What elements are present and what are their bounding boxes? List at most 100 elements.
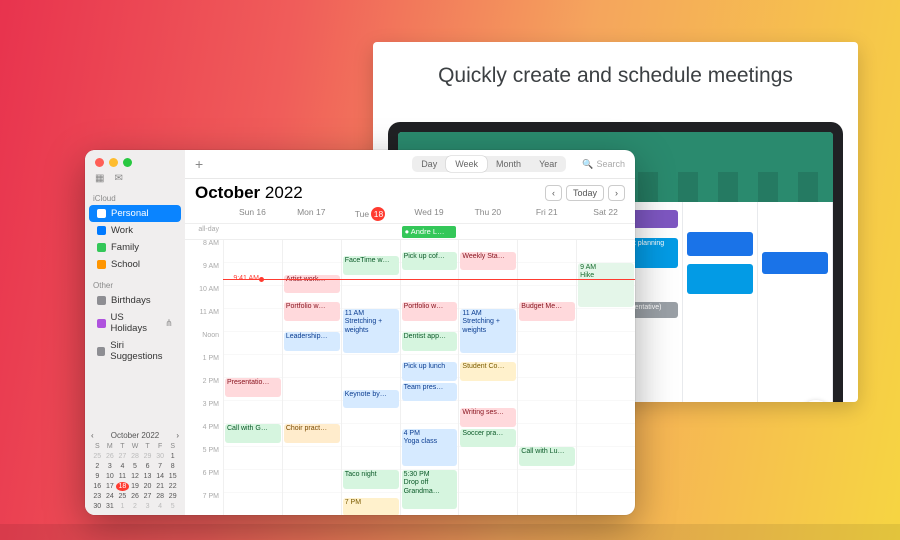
calendar-event[interactable]: Weekly Sta… (460, 252, 516, 271)
next-week-button[interactable]: › (608, 185, 625, 201)
calendar-event[interactable]: Taco night (343, 470, 399, 489)
minical-day[interactable]: 3 (141, 502, 154, 511)
minical-day[interactable]: 5 (166, 502, 179, 511)
minical-day[interactable]: 1 (116, 502, 129, 511)
calendar-event[interactable]: Artist work… (284, 275, 340, 294)
calendar-event[interactable]: Leadership… (284, 332, 340, 351)
calendar-event[interactable]: Presentatio… (225, 378, 281, 397)
minical-day[interactable]: 28 (154, 492, 167, 501)
minical-day[interactable]: 6 (141, 462, 154, 471)
mini-calendar[interactable]: ‹ October 2022 › SMTWTFS2526272829301234… (85, 425, 185, 515)
calendar-event[interactable]: 11 AM Stretching + weights (460, 309, 516, 353)
calendar-event[interactable]: FaceTime w… (343, 256, 399, 275)
calendar-event[interactable]: Keynote by… (343, 390, 399, 409)
minical-day[interactable]: 21 (154, 482, 167, 491)
view-week[interactable]: Week (446, 156, 487, 172)
minical-day[interactable]: 25 (91, 452, 104, 461)
sidebar-calendar-item[interactable]: Personal (89, 205, 181, 222)
calendar-event[interactable]: 9 AM Hike (578, 263, 634, 307)
inbox-icon[interactable]: ✉ (114, 173, 122, 184)
zoom-icon[interactable] (123, 158, 132, 167)
calendar-event[interactable]: Soccer pra… (460, 429, 516, 448)
minical-day[interactable]: 17 (104, 482, 117, 491)
minical-day[interactable]: 15 (166, 472, 179, 481)
minical-day[interactable]: 5 (129, 462, 142, 471)
gcal-event[interactable] (762, 252, 828, 274)
calendar-event[interactable]: Budget Me… (519, 302, 575, 321)
calendar-event[interactable]: Portfolio w… (402, 302, 458, 321)
minical-day[interactable]: 29 (166, 492, 179, 501)
minimize-icon[interactable] (109, 158, 118, 167)
view-year[interactable]: Year (530, 156, 566, 172)
minical-day[interactable]: 18 (116, 482, 129, 491)
minical-day[interactable]: 9 (91, 472, 104, 481)
minical-day[interactable]: 3 (104, 462, 117, 471)
day-header: Tue 18 (341, 207, 400, 221)
calendar-event[interactable]: Pick up cof… (402, 252, 458, 271)
minical-day[interactable]: 1 (166, 452, 179, 461)
minical-day[interactable]: 10 (104, 472, 117, 481)
calendar-icon[interactable]: ▦ (95, 173, 104, 184)
minical-day[interactable]: 20 (141, 482, 154, 491)
sidebar-calendar-item[interactable]: Birthdays (89, 292, 181, 309)
sidebar-calendar-item[interactable]: School (89, 256, 181, 273)
minical-day[interactable]: 13 (141, 472, 154, 481)
calendar-event[interactable]: 11 AM Stretching + weights (343, 309, 399, 353)
sidebar-calendar-item[interactable]: Family (89, 239, 181, 256)
calendar-event[interactable]: Student Co… (460, 362, 516, 381)
calendar-event[interactable]: Call with Lu… (519, 447, 575, 466)
calendar-event[interactable]: Portfolio w… (284, 302, 340, 321)
gcal-event[interactable] (687, 232, 753, 256)
minical-day[interactable]: 31 (104, 502, 117, 511)
minical-day[interactable]: 29 (141, 452, 154, 461)
calendar-event[interactable]: 7 PM (343, 498, 399, 515)
calendar-event[interactable]: Pick up lunch (402, 362, 458, 381)
minical-next[interactable]: › (176, 431, 179, 440)
minical-prev[interactable]: ‹ (91, 431, 94, 440)
gcal-event[interactable] (687, 264, 753, 294)
minical-day[interactable]: 14 (154, 472, 167, 481)
view-day[interactable]: Day (412, 156, 446, 172)
minical-day[interactable]: 26 (129, 492, 142, 501)
minical-day[interactable]: 11 (116, 472, 129, 481)
search-field[interactable]: 🔍 Search (582, 159, 625, 170)
minical-day[interactable]: 4 (154, 502, 167, 511)
minical-day[interactable]: 19 (129, 482, 142, 491)
calendar-event[interactable]: Call with G… (225, 424, 281, 443)
minical-day[interactable]: 22 (166, 482, 179, 491)
sidebar-calendar-item[interactable]: Work (89, 222, 181, 239)
minical-day[interactable]: 16 (91, 482, 104, 491)
minical-day[interactable]: 28 (129, 452, 142, 461)
view-month[interactable]: Month (487, 156, 530, 172)
close-icon[interactable] (95, 158, 104, 167)
calendar-event[interactable]: Choir pract… (284, 424, 340, 443)
calendar-event[interactable]: Team pres… (402, 383, 458, 402)
minical-day[interactable]: 7 (154, 462, 167, 471)
minical-day[interactable]: 30 (154, 452, 167, 461)
all-day-event[interactable]: ● Andre L… (402, 226, 457, 238)
minical-day[interactable]: 23 (91, 492, 104, 501)
minical-day[interactable]: 26 (104, 452, 117, 461)
minical-day[interactable]: 25 (116, 492, 129, 501)
window-controls[interactable] (85, 150, 185, 171)
minical-day[interactable]: 2 (129, 502, 142, 511)
prev-week-button[interactable]: ‹ (545, 185, 562, 201)
minical-day[interactable]: 2 (91, 462, 104, 471)
minical-day[interactable]: 8 (166, 462, 179, 471)
today-button[interactable]: Today (566, 185, 604, 201)
calendar-event[interactable]: 4 PM Yoga class (402, 429, 458, 466)
minical-day[interactable]: 30 (91, 502, 104, 511)
calendar-event[interactable]: 5:30 PM Drop off Grandma… (402, 470, 458, 509)
minical-day[interactable]: 27 (141, 492, 154, 501)
sidebar-calendar-item[interactable]: US Holidays⋔ (89, 309, 181, 337)
sidebar-calendar-item[interactable]: Siri Suggestions (89, 337, 181, 365)
minical-day[interactable]: 27 (116, 452, 129, 461)
week-grid[interactable]: 8 AM9 AM10 AM11 AMNoon1 PM2 PM3 PM4 PM5 … (185, 240, 635, 515)
view-segmented-control[interactable]: DayWeekMonthYear (412, 156, 566, 172)
calendar-event[interactable]: Dentist app… (402, 332, 458, 351)
minical-day[interactable]: 24 (104, 492, 117, 501)
add-event-button[interactable]: + (195, 156, 203, 172)
minical-day[interactable]: 12 (129, 472, 142, 481)
minical-day[interactable]: 4 (116, 462, 129, 471)
calendar-event[interactable]: Writing ses… (460, 408, 516, 427)
